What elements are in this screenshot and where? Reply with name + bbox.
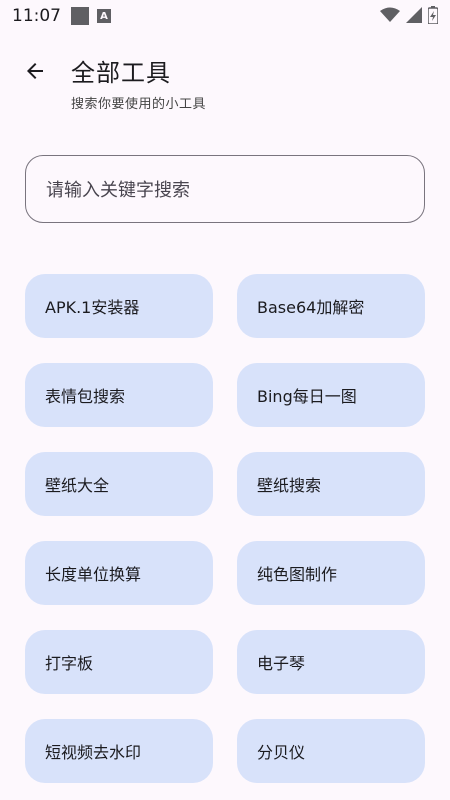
arrow-back-icon <box>27 63 43 79</box>
tool-emoji-search-button[interactable]: 表情包搜索 <box>25 363 213 427</box>
tool-apk-installer-button[interactable]: APK.1安装器 <box>25 274 213 338</box>
page-subtitle: 搜索你要使用的小工具 <box>71 97 207 112</box>
wifi-icon <box>380 7 400 22</box>
tool-wallpapers-button[interactable]: 壁纸大全 <box>25 452 213 516</box>
battery-charging-icon <box>428 6 438 24</box>
tool-wallpaper-search-button[interactable]: 壁纸搜索 <box>237 452 425 516</box>
tool-typing-board-button[interactable]: 打字板 <box>25 630 213 694</box>
status-bar: 11:07 A <box>0 0 450 32</box>
status-icons <box>380 6 438 24</box>
tool-bing-daily-button[interactable]: Bing每日一图 <box>237 363 425 427</box>
search-input[interactable]: 请输入关键字搜索 <box>25 155 425 223</box>
status-time: 11:07 <box>12 6 61 26</box>
tool-length-converter-button[interactable]: 长度单位换算 <box>25 541 213 605</box>
tools-grid: APK.1安装器 Base64加解密 表情包搜索 Bing每日一图 壁纸大全 壁… <box>25 274 425 783</box>
tool-piano-button[interactable]: 电子琴 <box>237 630 425 694</box>
back-button[interactable] <box>14 50 56 92</box>
cell-signal-icon <box>406 7 422 23</box>
tool-watermark-remover-button[interactable]: 短视频去水印 <box>25 719 213 783</box>
tool-decibel-meter-button[interactable]: 分贝仪 <box>237 719 425 783</box>
notification-badge-icon: A <box>97 9 111 23</box>
notification-square-icon <box>71 7 89 25</box>
page-title: 全部工具 <box>71 59 171 87</box>
tool-solid-color-button[interactable]: 纯色图制作 <box>237 541 425 605</box>
tool-base64-button[interactable]: Base64加解密 <box>237 274 425 338</box>
search-placeholder: 请输入关键字搜索 <box>46 180 190 201</box>
header: 全部工具 搜索你要使用的小工具 <box>0 40 450 120</box>
